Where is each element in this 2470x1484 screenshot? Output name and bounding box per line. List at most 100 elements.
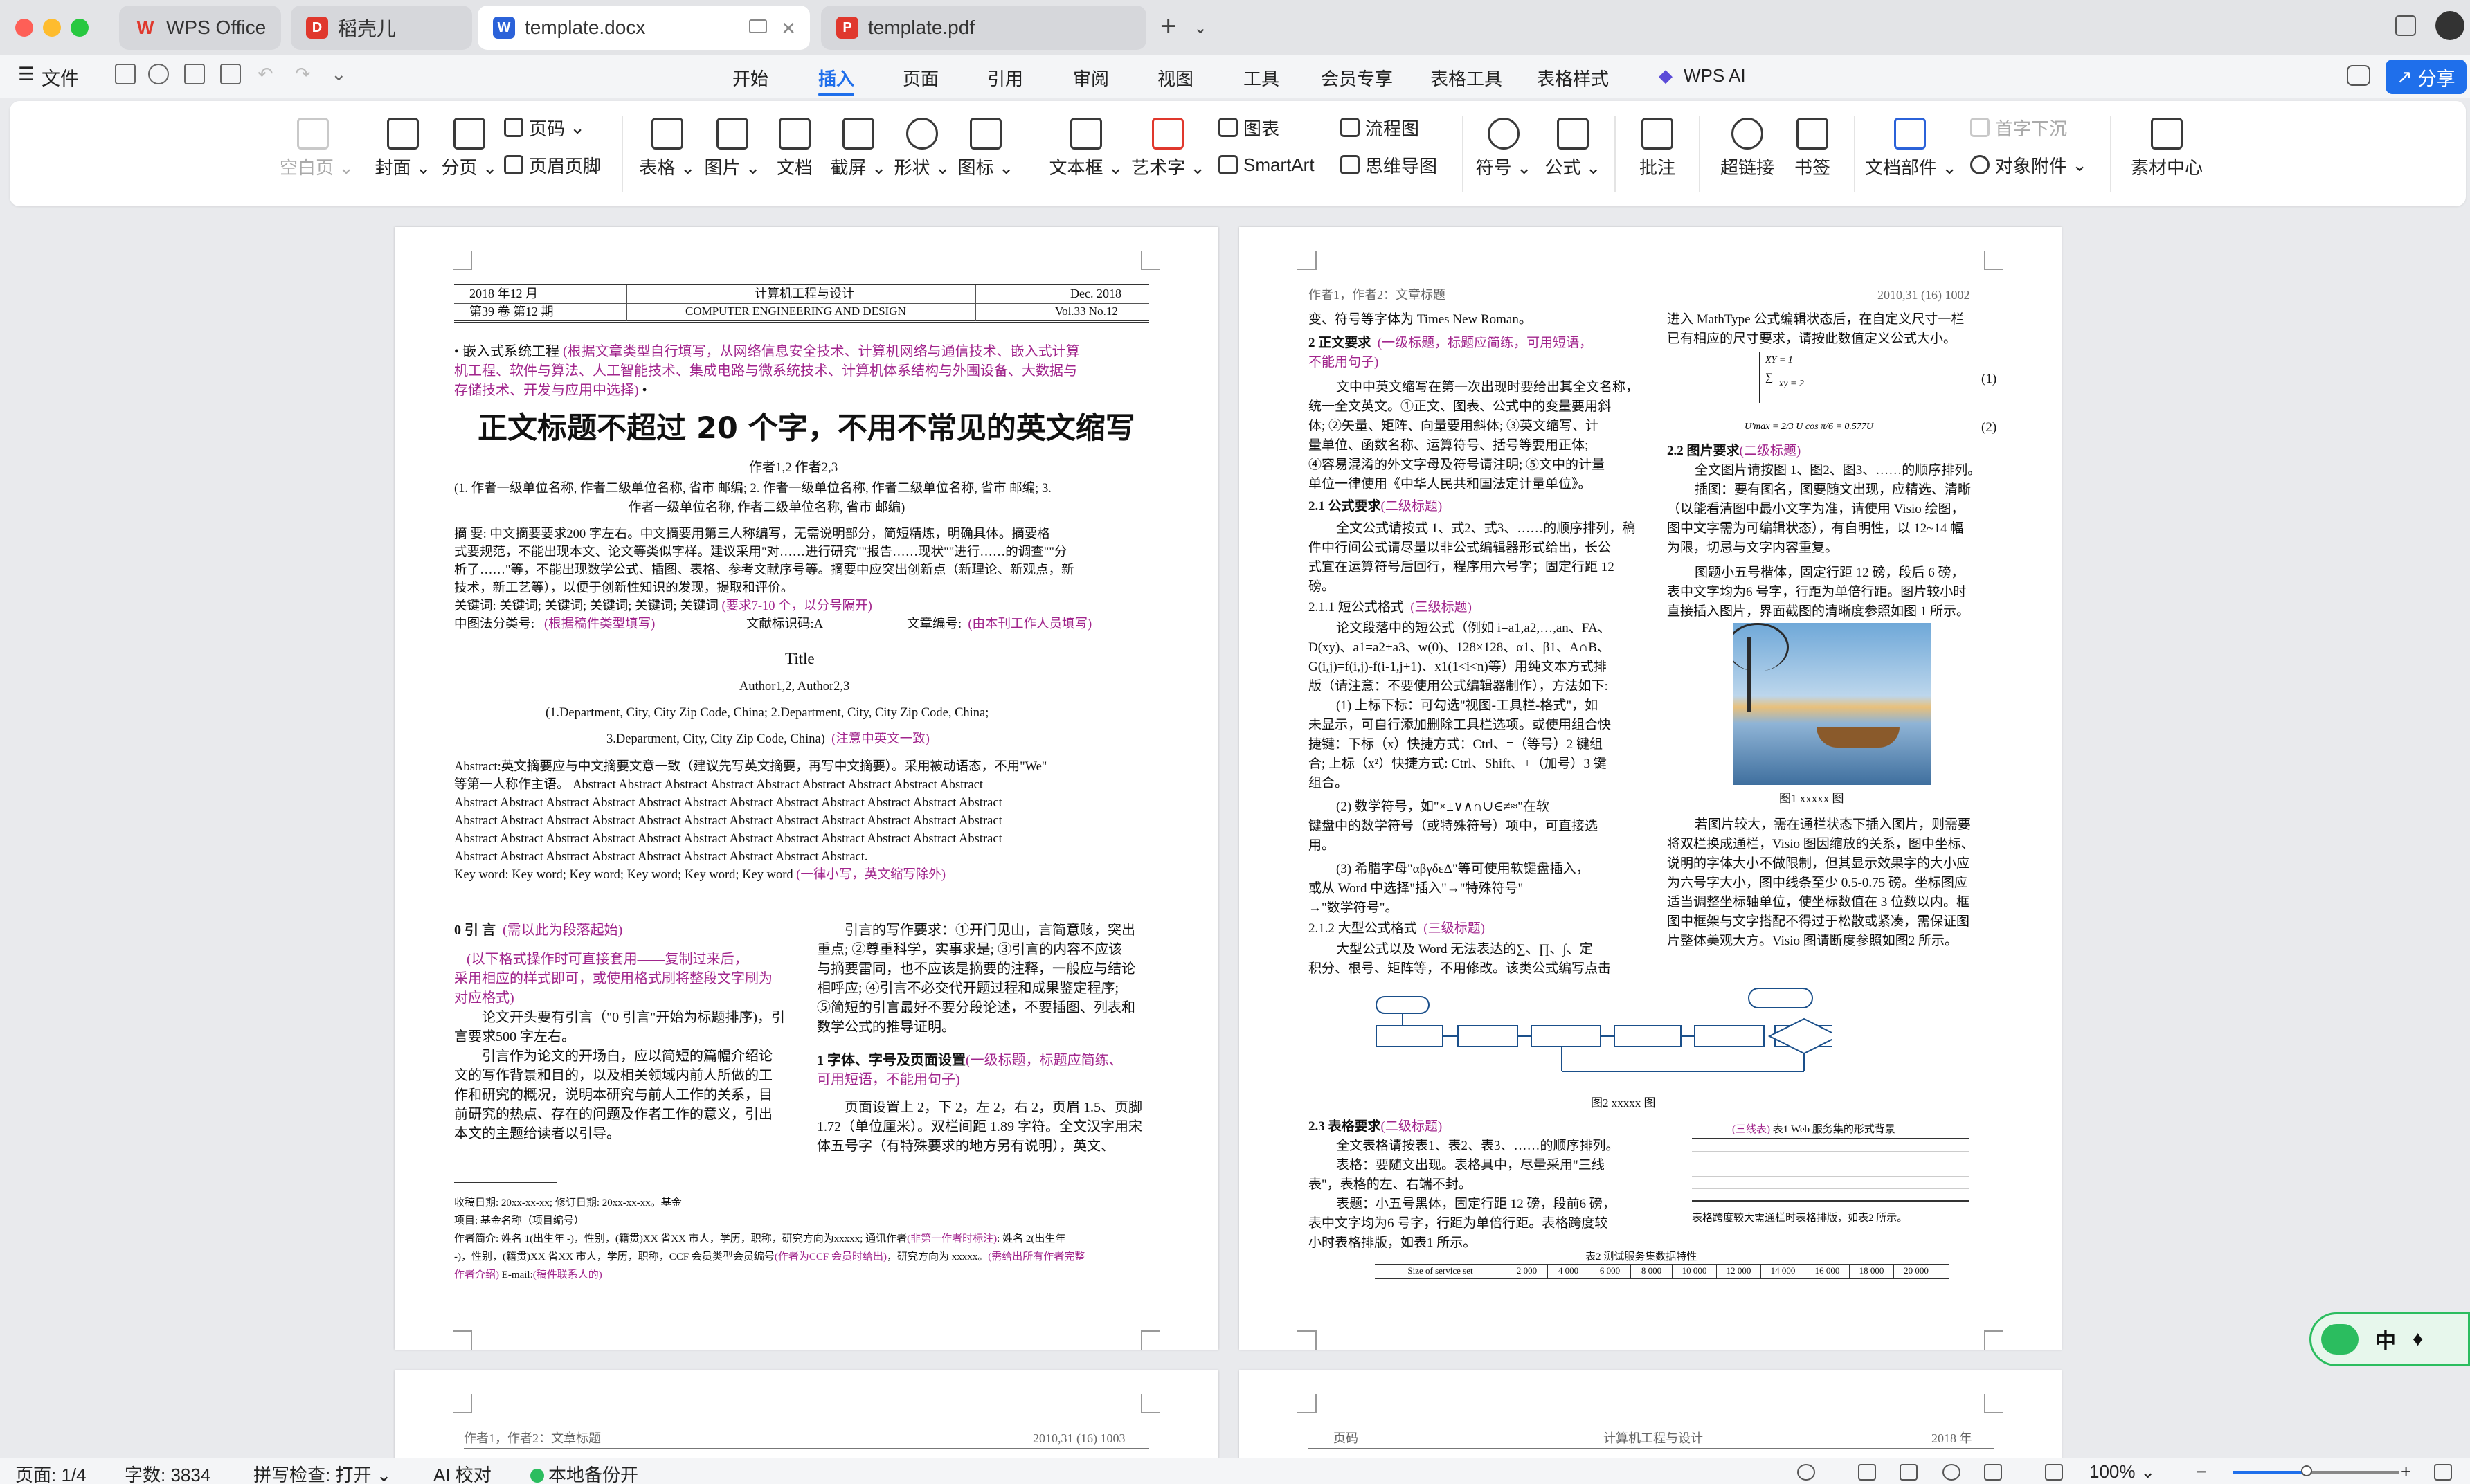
screenshot-button[interactable]: 截屏 ⌄ [825, 108, 892, 198]
window-mode-icon[interactable] [749, 19, 767, 33]
table-2[interactable]: Size of service set 2 000 4 000 6 000 8 … [1375, 1264, 1949, 1279]
shape-button[interactable]: 形状 ⌄ [889, 108, 955, 198]
save-icon[interactable] [115, 64, 136, 84]
tab-start[interactable]: 开始 [732, 65, 768, 91]
tab-view[interactable]: 视图 [1157, 65, 1193, 91]
abstract-cn-2: 式要规范，不能出现本文、论文等类似字样。建议采用"对……进行研究""报告……现状… [454, 545, 1067, 559]
tab-table-style[interactable]: 表格样式 [1537, 65, 1609, 91]
outline-view-icon[interactable] [1900, 1464, 1918, 1481]
tab-docer[interactable]: D 稻壳儿 [291, 6, 472, 50]
icon-button[interactable]: 图标 ⌄ [953, 108, 1019, 198]
right-col-line: 1.72（单位厘米）。双栏间距 1.89 字符。全文汉字用宋 [817, 1119, 1142, 1134]
close-tab-icon[interactable]: ✕ [781, 18, 796, 39]
chart-button[interactable]: 图表 [1218, 112, 1279, 143]
section-break-button[interactable]: 分页 ⌄ [436, 108, 503, 198]
document-canvas[interactable]: 2018 年12 月 计算机工程与设计 Dec. 2018 第39 卷 第12 … [0, 212, 2470, 1458]
formula-button[interactable]: 公式 ⌄ [1540, 108, 1606, 198]
eye-protection-icon[interactable] [1797, 1464, 1815, 1481]
ai-check-button[interactable]: AI 校对 [433, 1461, 492, 1484]
icon-library-icon [970, 118, 1002, 150]
section-2-2-title: 2.2 图片要求(二级标题) [1667, 442, 1801, 461]
hamburger-menu-icon[interactable]: ☰ [18, 64, 35, 85]
header-footer-button[interactable]: 页眉页脚 [504, 150, 601, 180]
tab-member[interactable]: 会员专享 [1321, 65, 1393, 91]
page-number-button[interactable]: 页码 ⌄ [504, 112, 585, 143]
col-line: 全文表格请按表1、表2、表3、……的顺序排列。 [1336, 1139, 1619, 1153]
smartart-button[interactable]: SmartArt [1218, 150, 1315, 180]
abstract-cn-1: 摘 要: 中文摘要要求200 字左右。中文摘要用第三人称编写，无需说明部分，简短… [454, 527, 1050, 541]
backup-status[interactable]: 本地备份开 [530, 1461, 638, 1484]
format-note-1: (以下格式操作时可直接套用——复制过来后， [467, 952, 748, 967]
window-layout-icon[interactable] [2395, 15, 2416, 36]
chevron-down-icon[interactable]: ⌄ [1193, 18, 1207, 38]
maximize-window-button[interactable] [71, 19, 89, 37]
zoom-in-button[interactable]: + [2401, 1461, 2411, 1483]
avatar[interactable] [2435, 11, 2464, 40]
tab-page[interactable]: 页面 [903, 65, 939, 91]
cloud-upload-icon[interactable] [2347, 65, 2370, 86]
material-center-button[interactable]: 素材中心 [2128, 108, 2206, 198]
page-indicator[interactable]: 页面: 1/4 [15, 1461, 87, 1484]
word-count[interactable]: 字数: 3834 [125, 1461, 210, 1484]
print-icon[interactable] [184, 64, 205, 84]
tab-review[interactable]: 审阅 [1073, 65, 1109, 91]
drop-cap-button[interactable]: 首字下沉 [1970, 112, 2067, 143]
picture-button[interactable]: 图片 ⌄ [699, 108, 766, 198]
minimize-window-button[interactable] [43, 19, 61, 37]
write-mode-icon[interactable] [1984, 1464, 2002, 1481]
document-page-4[interactable]: 页码 计算机工程与设计 2018 年 [1239, 1370, 2062, 1458]
footnote-line: 作者介绍) E-mail:(稿件联系人的) [454, 1267, 602, 1283]
tab-template-docx[interactable]: W template.docx ✕ [478, 6, 810, 50]
web-view-icon[interactable] [1942, 1464, 1960, 1481]
tab-table-tools[interactable]: 表格工具 [1430, 65, 1502, 91]
undo-icon[interactable]: ↶ [258, 64, 273, 85]
bookmark-button[interactable]: 书签 [1779, 108, 1846, 198]
export-icon[interactable] [148, 64, 169, 84]
tab-wps-ai[interactable]: WPS AI [1684, 65, 1746, 87]
doc-parts-button[interactable]: 文档部件 ⌄ [1865, 108, 1957, 198]
close-window-button[interactable] [15, 19, 33, 37]
tab-wps-office[interactable]: W WPS Office [119, 6, 281, 50]
paper-title-cn: 正文标题不超过 20 个字，不用不常见的英文缩写 [478, 411, 1135, 446]
document-page-1[interactable]: 2018 年12 月 计算机工程与设计 Dec. 2018 第39 卷 第12 … [395, 227, 1218, 1350]
zoom-level[interactable]: 100% ⌄ [2089, 1461, 2156, 1483]
new-tab-icon[interactable]: + [1160, 11, 1176, 42]
spell-check-toggle[interactable]: 拼写检查: 打开 ⌄ [253, 1461, 391, 1484]
page-view-icon[interactable] [1858, 1464, 1876, 1481]
tab-reference[interactable]: 引用 [987, 65, 1023, 91]
document-button[interactable]: 文档 [761, 108, 828, 198]
zoom-out-button[interactable]: − [2196, 1461, 2206, 1483]
wordart-button[interactable]: 艺术字 ⌄ [1131, 108, 1205, 198]
chevron-down-icon[interactable]: ⌄ [331, 64, 347, 85]
mindmap-button[interactable]: 思维导图 [1340, 150, 1437, 180]
object-attach-button[interactable]: 对象附件 ⌄ [1970, 150, 2087, 180]
comment-button[interactable]: 批注 [1624, 108, 1691, 198]
document-page-2[interactable]: 作者1，作者2：文章标题 2010,31 (16) 1002 变、符号等字体为 … [1239, 227, 2062, 1350]
fit-page-icon[interactable] [2045, 1464, 2063, 1481]
abstract-en-2: 等第一人称作主语。 Abstract Abstract Abstract Abs… [454, 778, 984, 792]
hyperlink-button[interactable]: 超链接 [1711, 108, 1783, 198]
fullscreen-icon[interactable] [2434, 1464, 2452, 1481]
table-1[interactable] [1692, 1138, 1969, 1202]
shape-label: 形状 [894, 157, 930, 178]
tab-insert[interactable]: 插入 [818, 65, 854, 91]
lake-boat-photo[interactable] [1733, 623, 1931, 785]
zoom-slider-handle[interactable] [2301, 1465, 2312, 1476]
table-button[interactable]: 表格 ⌄ [634, 108, 701, 198]
tab-template-pdf[interactable]: P template.pdf [821, 6, 1146, 50]
flowchart-button[interactable]: 流程图 [1340, 112, 1419, 143]
ribbon-separator [1854, 116, 1855, 192]
share-button[interactable]: ↗ 分享 [2386, 60, 2467, 94]
table-cell: 8 000 [1631, 1265, 1673, 1278]
tab-tools[interactable]: 工具 [1243, 65, 1279, 91]
symbol-button[interactable]: 符号 ⌄ [1470, 108, 1537, 198]
file-menu[interactable]: 文件 [42, 64, 79, 91]
print-preview-icon[interactable] [220, 64, 241, 84]
ime-toolbar[interactable]: 中 ♦ [2309, 1312, 2470, 1366]
blank-page-button[interactable]: 空白页 ⌄ [280, 108, 354, 198]
cover-button[interactable]: 封面 ⌄ [370, 108, 436, 198]
textbox-button[interactable]: 文本框 ⌄ [1048, 108, 1124, 198]
flow-diagram[interactable] [1375, 981, 1832, 1085]
redo-icon[interactable]: ↷ [295, 64, 311, 85]
document-page-3[interactable]: 作者1，作者2：文章标题 2010,31 (16) 1003 [395, 1370, 1218, 1458]
